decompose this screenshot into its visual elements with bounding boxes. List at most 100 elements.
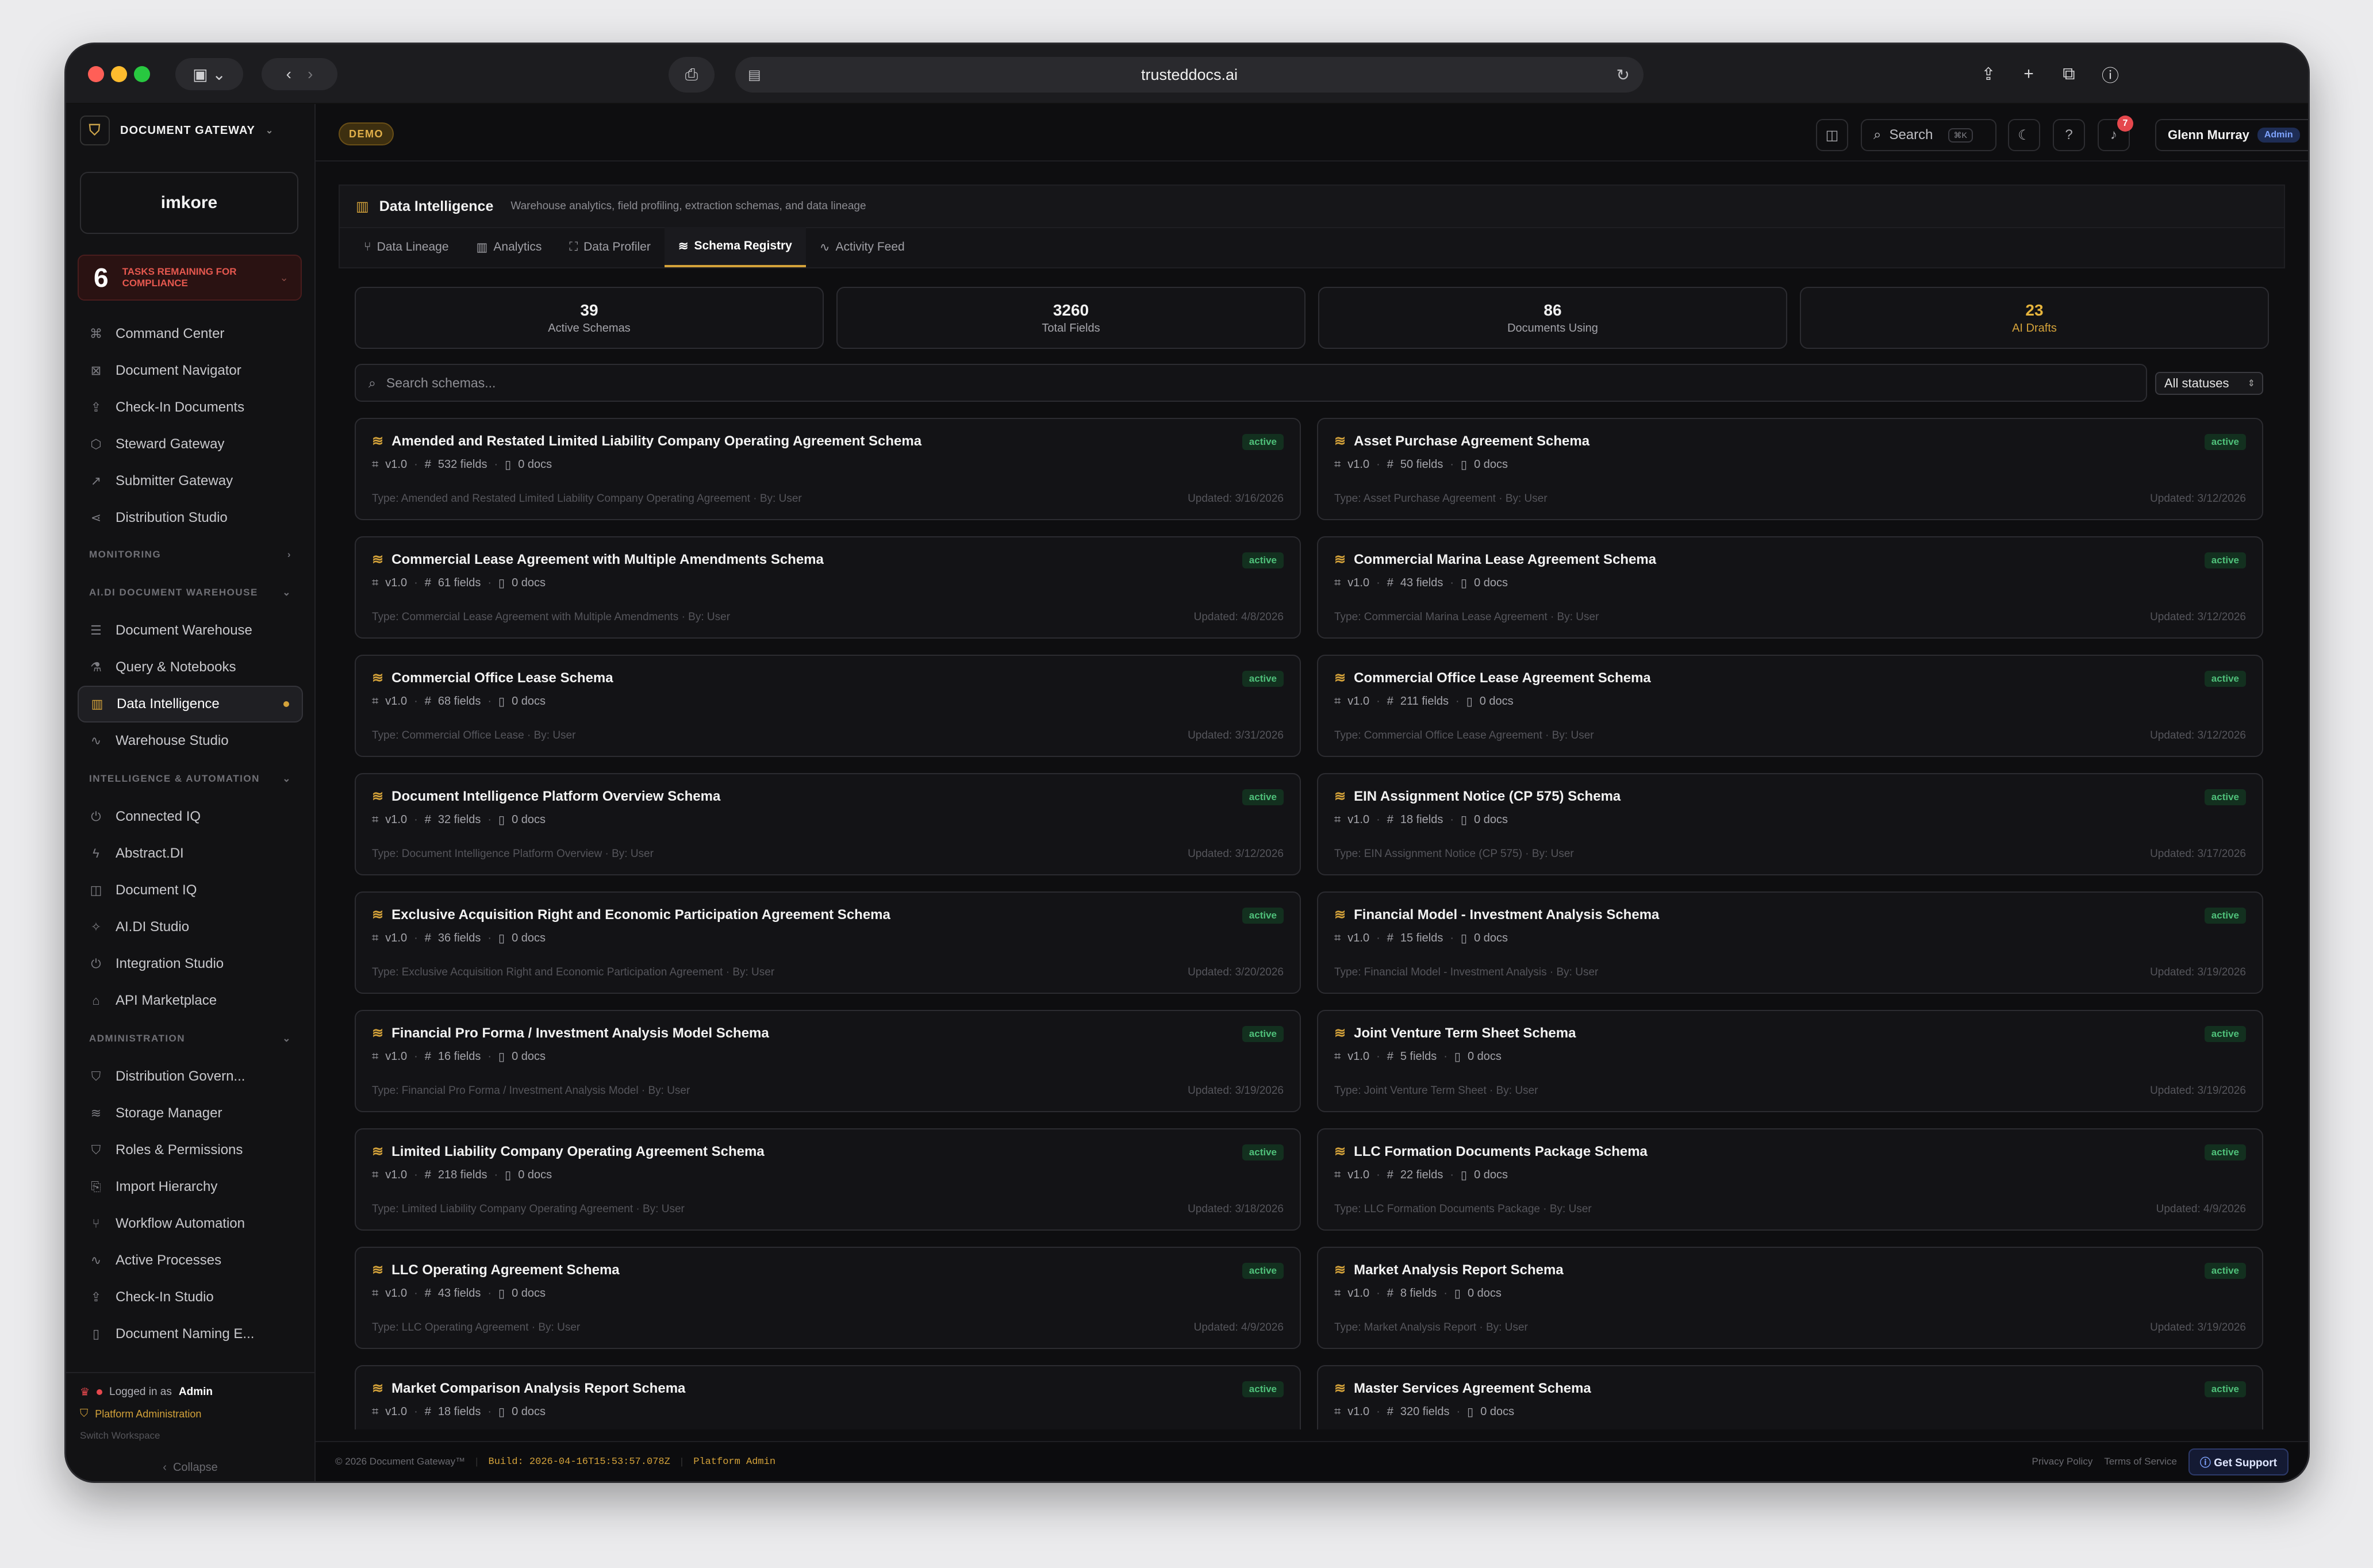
global-search-button[interactable]: ⌕ Search ⌘K [1861,119,1996,151]
chevron-down-icon: ⌄ [282,1033,291,1044]
close-window-button[interactable] [88,66,104,82]
page-settings-icon[interactable]: ▤ [748,67,761,83]
schema-name: Commercial Lease Agreement with Multiple… [391,551,824,567]
address-bar[interactable]: ▤ trusteddocs.ai ↻ [735,57,1644,93]
schema-card[interactable]: ≋ Market Comparison Analysis Report Sche… [355,1365,1301,1429]
assistant-button[interactable]: ◫ [1816,119,1848,151]
tab-schema-registry[interactable]: ≋ Schema Registry [664,227,806,267]
compliance-tasks-banner[interactable]: 6 TASKS REMAINING FOR COMPLIANCE ⌄ [78,255,302,301]
schema-version: v1.0 [1347,458,1370,471]
nav-warehouse-studio[interactable]: ∿ Warehouse Studio [78,722,303,759]
nav-abstract-di[interactable]: ϟ Abstract.DI [78,835,303,872]
user-menu[interactable]: Glenn Murray Admin ⚙ [2155,119,2308,151]
schema-docs: 0 docs [512,695,546,708]
brand[interactable]: ⛉ DOCUMENT GATEWAY ⌄ [80,116,274,145]
schema-card[interactable]: ≋ Asset Purchase Agreement Schema active… [1317,418,2263,520]
nav-document-navigator[interactable]: ⊠ Document Navigator [78,352,303,389]
schema-card[interactable]: ≋ Commercial Marina Lease Agreement Sche… [1317,536,2263,639]
schema-fields: 5 fields [1400,1050,1437,1063]
schema-title: ≋ Document Intelligence Platform Overvie… [372,788,1284,805]
schema-card[interactable]: ≋ Commercial Office Lease Agreement Sche… [1317,655,2263,757]
share-icon[interactable]: ⇪ [1973,59,2003,89]
back-icon[interactable]: ‹ [286,65,291,83]
nav-roles-permissions[interactable]: ⛉ Roles & Permissions [78,1132,303,1169]
schema-card[interactable]: ≋ Exclusive Acquisition Right and Econom… [355,891,1301,994]
privacy-link[interactable]: Privacy Policy [2032,1456,2093,1467]
tab-data-profiler[interactable]: ⛶ Data Profiler [555,227,664,267]
schema-card[interactable]: ≋ LLC Operating Agreement Schema active … [355,1247,1301,1349]
sidebar-toggle-button[interactable]: ▣ ⌄ [175,58,243,90]
nav-connected-iq[interactable]: ⏻ Connected IQ [78,798,303,835]
chevron-right-icon: › [287,549,291,560]
nav-data-intelligence[interactable]: ▥ Data Intelligence [78,686,303,722]
get-support-button[interactable]: ⓘ Get Support [2188,1448,2288,1475]
layers-icon: ≋ [372,1144,384,1159]
info-icon[interactable]: ⓘ [2095,59,2125,89]
terms-link[interactable]: Terms of Service [2104,1456,2177,1467]
reload-icon[interactable]: ↻ [1616,66,1630,84]
schema-card[interactable]: ≋ Limited Liability Company Operating Ag… [355,1128,1301,1231]
schema-card[interactable]: ≋ Financial Model - Investment Analysis … [1317,891,2263,994]
nav-workflow-automation[interactable]: ⑂ Workflow Automation [78,1205,303,1242]
schema-version: v1.0 [385,932,408,944]
schema-card[interactable]: ≋ Financial Pro Forma / Investment Analy… [355,1010,1301,1112]
nav-document-warehouse[interactable]: ☰ Document Warehouse [78,612,303,649]
nav-steward-gateway[interactable]: ⬡ Steward Gateway [78,426,303,463]
nav-label: Data Intelligence [117,696,220,712]
nav-integration-studio[interactable]: ⏻ Integration Studio [78,946,303,982]
tabs-overview-icon[interactable]: ⧉ [2054,59,2084,89]
reader-button[interactable]: ⎙ [669,57,715,93]
hash-icon: # [1387,932,1393,944]
help-button[interactable]: ? [2053,119,2085,151]
nav-distribution-governance[interactable]: ⛉ Distribution Govern... [78,1058,303,1095]
schema-card[interactable]: ≋ Amended and Restated Limited Liability… [355,418,1301,520]
forward-icon[interactable]: › [308,65,313,83]
nav-check-in-documents[interactable]: ⇪ Check-In Documents [78,389,303,426]
nav-submitter-gateway[interactable]: ↗ Submitter Gateway [78,463,303,499]
org-logo[interactable]: imkore [80,172,298,234]
schema-updated: Updated: 3/12/2026 [2150,611,2246,623]
platform-admin-link[interactable]: ⛉ Platform Administration [80,1403,301,1425]
tab-data-lineage[interactable]: ⑂ Data Lineage [350,227,463,267]
nav-storage-manager[interactable]: ≋ Storage Manager [78,1095,303,1132]
section-intelligence[interactable]: INTELLIGENCE & AUTOMATION ⌄ [78,759,303,798]
nav-check-in-studio[interactable]: ⇪ Check-In Studio [78,1279,303,1316]
schema-card[interactable]: ≋ Commercial Office Lease Schema active … [355,655,1301,757]
file-icon: ▯ [498,1051,505,1063]
tab-activity-feed[interactable]: ∿ Activity Feed [806,227,919,267]
section-administration[interactable]: ADMINISTRATION ⌄ [78,1019,303,1058]
status-filter-select[interactable]: All statuses ⇕ [2155,372,2263,395]
zoom-window-button[interactable] [134,66,150,82]
minimize-window-button[interactable] [111,66,127,82]
theme-toggle-button[interactable]: ☾ [2008,119,2040,151]
schema-card[interactable]: ≋ Master Services Agreement Schema activ… [1317,1365,2263,1429]
nav-document-naming[interactable]: ▯ Document Naming E... [78,1316,303,1352]
schema-card[interactable]: ≋ Document Intelligence Platform Overvie… [355,773,1301,875]
section-monitoring[interactable]: MONITORING › [78,536,303,573]
nav-active-processes[interactable]: ∿ Active Processes [78,1242,303,1279]
nav-api-marketplace[interactable]: ⌂ API Marketplace [78,982,303,1019]
hash-icon: # [424,813,431,826]
new-tab-icon[interactable]: + [2014,59,2044,89]
schema-card[interactable]: ≋ EIN Assignment Notice (CP 575) Schema … [1317,773,2263,875]
nav-document-iq[interactable]: ◫ Document IQ [78,872,303,909]
schema-meta: ⌗ v1.0 · # 8 fields · ▯ 0 docs [1334,1286,2246,1301]
schema-card[interactable]: ≋ Market Analysis Report Schema active ⌗… [1317,1247,2263,1349]
schema-card[interactable]: ≋ Commercial Lease Agreement with Multip… [355,536,1301,639]
schema-search-input[interactable]: ⌕ Search schemas... [355,364,2147,402]
nav-aidi-studio[interactable]: ✧ AI.DI Studio [78,909,303,946]
stat-label: Documents Using [1507,321,1598,335]
nav-import-hierarchy[interactable]: ⎘ Import Hierarchy [78,1169,303,1205]
schema-card[interactable]: ≋ LLC Formation Documents Package Schema… [1317,1128,2263,1231]
nav-distribution-studio[interactable]: ⋖ Distribution Studio [78,499,303,536]
switch-workspace-link[interactable]: Switch Workspace [80,1425,301,1447]
nav-command-center[interactable]: ⌘ Command Center [78,316,303,352]
notifications-button[interactable]: ♪ 7 [2098,116,2133,151]
collapse-button[interactable]: ‹ Collapse [66,1461,314,1474]
nav-query-notebooks[interactable]: ⚗ Query & Notebooks [78,649,303,686]
schema-card[interactable]: ≋ Joint Venture Term Sheet Schema active… [1317,1010,2263,1112]
section-warehouse[interactable]: AI.DI DOCUMENT WAREHOUSE ⌄ [78,573,303,612]
stat-label: Active Schemas [548,321,631,335]
tab-analytics[interactable]: ▥ Analytics [463,227,556,267]
tasks-label: TASKS REMAINING FOR COMPLIANCE [122,266,237,289]
